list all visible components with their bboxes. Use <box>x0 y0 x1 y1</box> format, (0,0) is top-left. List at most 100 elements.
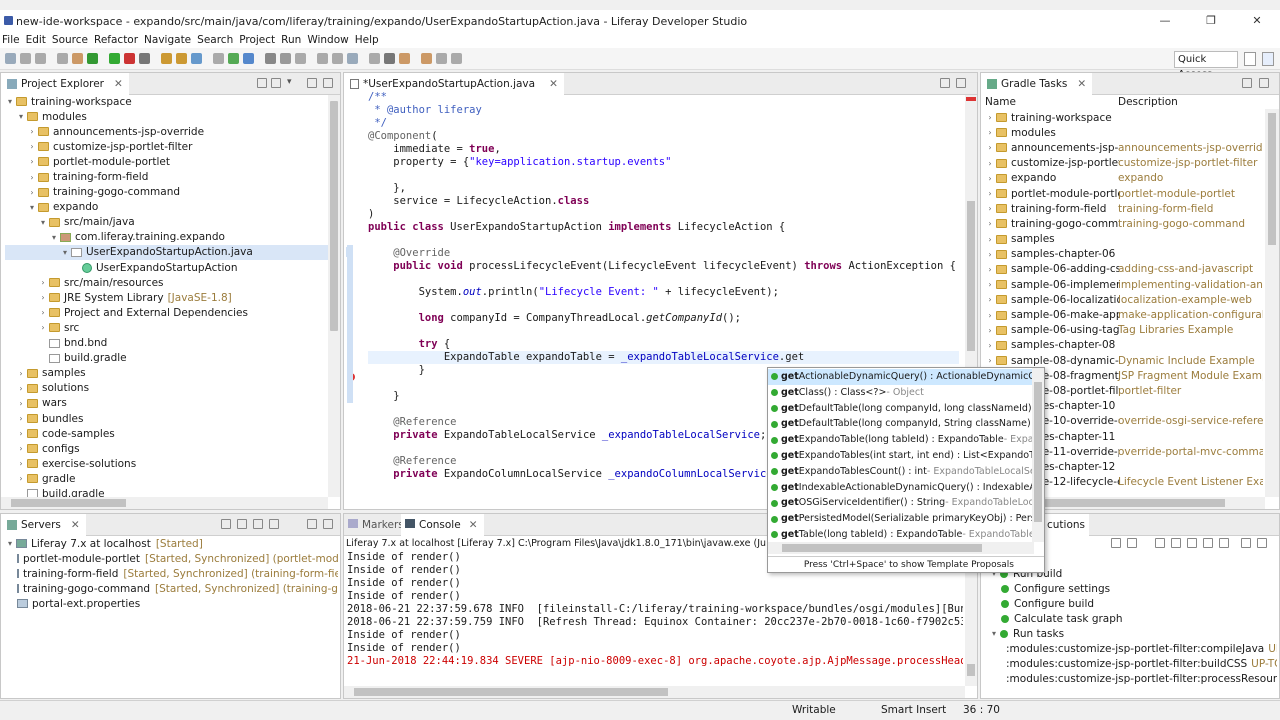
toolbar-tool-icon[interactable] <box>384 53 395 64</box>
toolbar-tool-icon[interactable] <box>213 53 224 64</box>
gradle-task-row[interactable]: › sample-06-make-applicamake-application-… <box>985 307 1263 322</box>
toolbar-tool-icon[interactable] <box>369 53 380 64</box>
minimize-view-icon[interactable] <box>307 519 317 529</box>
tree-item[interactable]: › training-gogo-command <box>5 185 328 200</box>
toolbar-tool-icon[interactable] <box>139 53 150 64</box>
tree-item[interactable]: › JRE System Library [JavaSE-1.8] <box>5 290 328 305</box>
gradle-task-row[interactable]: › training-form-field training-form-field <box>985 201 1263 216</box>
toolbar-tool-icon[interactable] <box>347 53 358 64</box>
proposal-item[interactable]: get DefaultTable(long companyId, String c… <box>768 416 1032 432</box>
server-row[interactable]: portal-ext.properties <box>5 596 338 611</box>
toolbar-tool-icon[interactable] <box>265 53 276 64</box>
maximize-view-icon[interactable] <box>1259 78 1269 88</box>
collapsed-arrow-icon[interactable]: › <box>38 308 48 317</box>
toolbar-tool-icon[interactable] <box>72 53 83 64</box>
start-server-icon[interactable] <box>221 519 231 529</box>
proposal-item[interactable]: get DefaultTable(long companyId, long cla… <box>768 401 1032 417</box>
toolbar-tool-icon[interactable] <box>421 53 432 64</box>
console-hscrollbar[interactable] <box>344 686 965 698</box>
expanded-arrow-icon[interactable]: ▾ <box>989 629 999 638</box>
execution-row[interactable]: ▾ Run tasks <box>989 626 1277 641</box>
menu-edit[interactable]: Edit <box>26 34 46 46</box>
gradle-scrollbar[interactable] <box>1265 109 1279 497</box>
toolbar-tool-icon[interactable] <box>451 53 462 64</box>
gradle-task-row[interactable]: › samples-chapter-06 <box>985 247 1263 262</box>
proposal-item[interactable]: get ExpandoTables(int start, int end) : L… <box>768 448 1032 464</box>
expand-icon[interactable] <box>1111 538 1121 548</box>
collapsed-arrow-icon[interactable]: › <box>38 278 48 287</box>
close-button[interactable]: ✕ <box>1234 10 1280 32</box>
collapsed-arrow-icon[interactable]: › <box>16 459 26 468</box>
toolbar-tool-icon[interactable] <box>317 53 328 64</box>
proposal-item[interactable]: get IndexableActionableDynamicQuery() : I… <box>768 480 1032 496</box>
execution-row[interactable]: :modules:customize-jsp-portlet-filter:co… <box>989 641 1277 656</box>
close-tab-icon[interactable]: ✕ <box>469 519 478 531</box>
collapsed-arrow-icon[interactable]: › <box>985 235 995 244</box>
collapsed-arrow-icon[interactable]: › <box>985 174 995 183</box>
collapsed-arrow-icon[interactable]: › <box>985 356 995 365</box>
expanded-arrow-icon[interactable]: ▾ <box>5 97 15 106</box>
debug-server-icon[interactable] <box>237 519 247 529</box>
execution-row[interactable]: Configure build <box>989 596 1277 611</box>
minimize-view-icon[interactable] <box>1242 78 1252 88</box>
tree-item[interactable]: › training-form-field <box>5 169 328 184</box>
toolbar-tool-icon[interactable] <box>161 53 172 64</box>
collapsed-arrow-icon[interactable]: › <box>38 293 48 302</box>
collapsed-arrow-icon[interactable]: › <box>985 128 995 137</box>
gradle-task-row[interactable]: › sample-06-using-tag-libTag Libraries Ex… <box>985 323 1263 338</box>
tree-item[interactable]: › code-samples <box>5 426 328 441</box>
toolbar-tool-icon[interactable] <box>5 53 16 64</box>
tab-gradle-tasks[interactable]: Gradle Tasks ✕ <box>981 73 1093 95</box>
minimize-button[interactable]: — <box>1142 10 1188 32</box>
toolbar-tool-icon[interactable] <box>399 53 410 64</box>
view-menu-icon[interactable]: ▾ <box>287 77 297 87</box>
close-tab-icon[interactable]: ✕ <box>1077 78 1086 90</box>
proposal-item[interactable]: get ActionableDynamicQuery() : Actionable… <box>768 369 1032 385</box>
proposal-item[interactable]: get ExpandoTablesCount() : int - ExpandoT… <box>768 464 1032 480</box>
toolbar-tool-icon[interactable] <box>124 53 135 64</box>
tree-item[interactable]: › customize-jsp-portlet-filter <box>5 139 328 154</box>
collapsed-arrow-icon[interactable]: › <box>985 219 995 228</box>
expanded-arrow-icon[interactable]: ▾ <box>27 203 37 212</box>
menu-search[interactable]: Search <box>197 34 233 46</box>
collapsed-arrow-icon[interactable]: › <box>985 250 995 259</box>
expanded-arrow-icon[interactable]: ▾ <box>60 248 70 257</box>
collapsed-arrow-icon[interactable]: › <box>38 323 48 332</box>
tree-item[interactable]: ▾ modules <box>5 109 328 124</box>
tree-item[interactable]: › src <box>5 320 328 335</box>
expanded-arrow-icon[interactable]: ▾ <box>16 112 26 121</box>
gradle-task-row[interactable]: › sample-06-adding-css-aadding-css-and-ja… <box>985 262 1263 277</box>
expanded-arrow-icon[interactable]: ▾ <box>49 233 59 242</box>
tree-item[interactable]: bnd.bnd <box>5 336 328 351</box>
tree-item[interactable]: › samples <box>5 366 328 381</box>
publish-icon[interactable] <box>269 519 279 529</box>
gradle-task-row[interactable]: › sample-08-dynamic-inclDynamic Include E… <box>985 353 1263 368</box>
collapsed-arrow-icon[interactable]: › <box>16 474 26 483</box>
menu-source[interactable]: Source <box>52 34 88 46</box>
collapsed-arrow-icon[interactable]: › <box>16 369 26 378</box>
proposal-hscrollbar[interactable] <box>768 542 1034 554</box>
menu-navigate[interactable]: Navigate <box>144 34 191 46</box>
toolbar-tool-icon[interactable] <box>176 53 187 64</box>
tree-item[interactable]: › exercise-solutions <box>5 456 328 471</box>
gradle-task-row[interactable]: › training-gogo-commanctraining-gogo-comm… <box>985 216 1263 231</box>
col-description-header[interactable]: Description <box>1118 96 1178 108</box>
execution-row[interactable]: :modules:customize-jsp-portlet-filter:bu… <box>989 657 1277 672</box>
toolbar-tool-icon[interactable] <box>295 53 306 64</box>
expanded-arrow-icon[interactable]: ▾ <box>5 539 15 548</box>
server-row[interactable]: ▾ Liferay 7.x at localhost [Started] <box>5 536 338 551</box>
remove-all-icon[interactable] <box>1219 538 1229 548</box>
tab-servers[interactable]: Servers ✕ <box>1 514 86 536</box>
toolbar-tool-icon[interactable] <box>57 53 68 64</box>
tree-item[interactable]: ▾ UserExpandoStartupAction.java <box>5 244 328 261</box>
collapsed-arrow-icon[interactable]: › <box>27 173 37 182</box>
remove-icon[interactable] <box>1203 538 1213 548</box>
menu-refactor[interactable]: Refactor <box>94 34 138 46</box>
gradle-task-row[interactable]: › portlet-module-portlet portlet-module-po… <box>985 186 1263 201</box>
project-hscrollbar[interactable] <box>1 497 328 509</box>
collapsed-arrow-icon[interactable]: › <box>27 157 37 166</box>
tab-console[interactable]: Console ✕ <box>401 514 484 536</box>
toolbar-tool-icon[interactable] <box>436 53 447 64</box>
server-row[interactable]: training-gogo-command [Started, Synchroni… <box>5 581 338 596</box>
execution-row[interactable]: :modules:customize-jsp-portlet-filter:pr… <box>989 672 1277 687</box>
